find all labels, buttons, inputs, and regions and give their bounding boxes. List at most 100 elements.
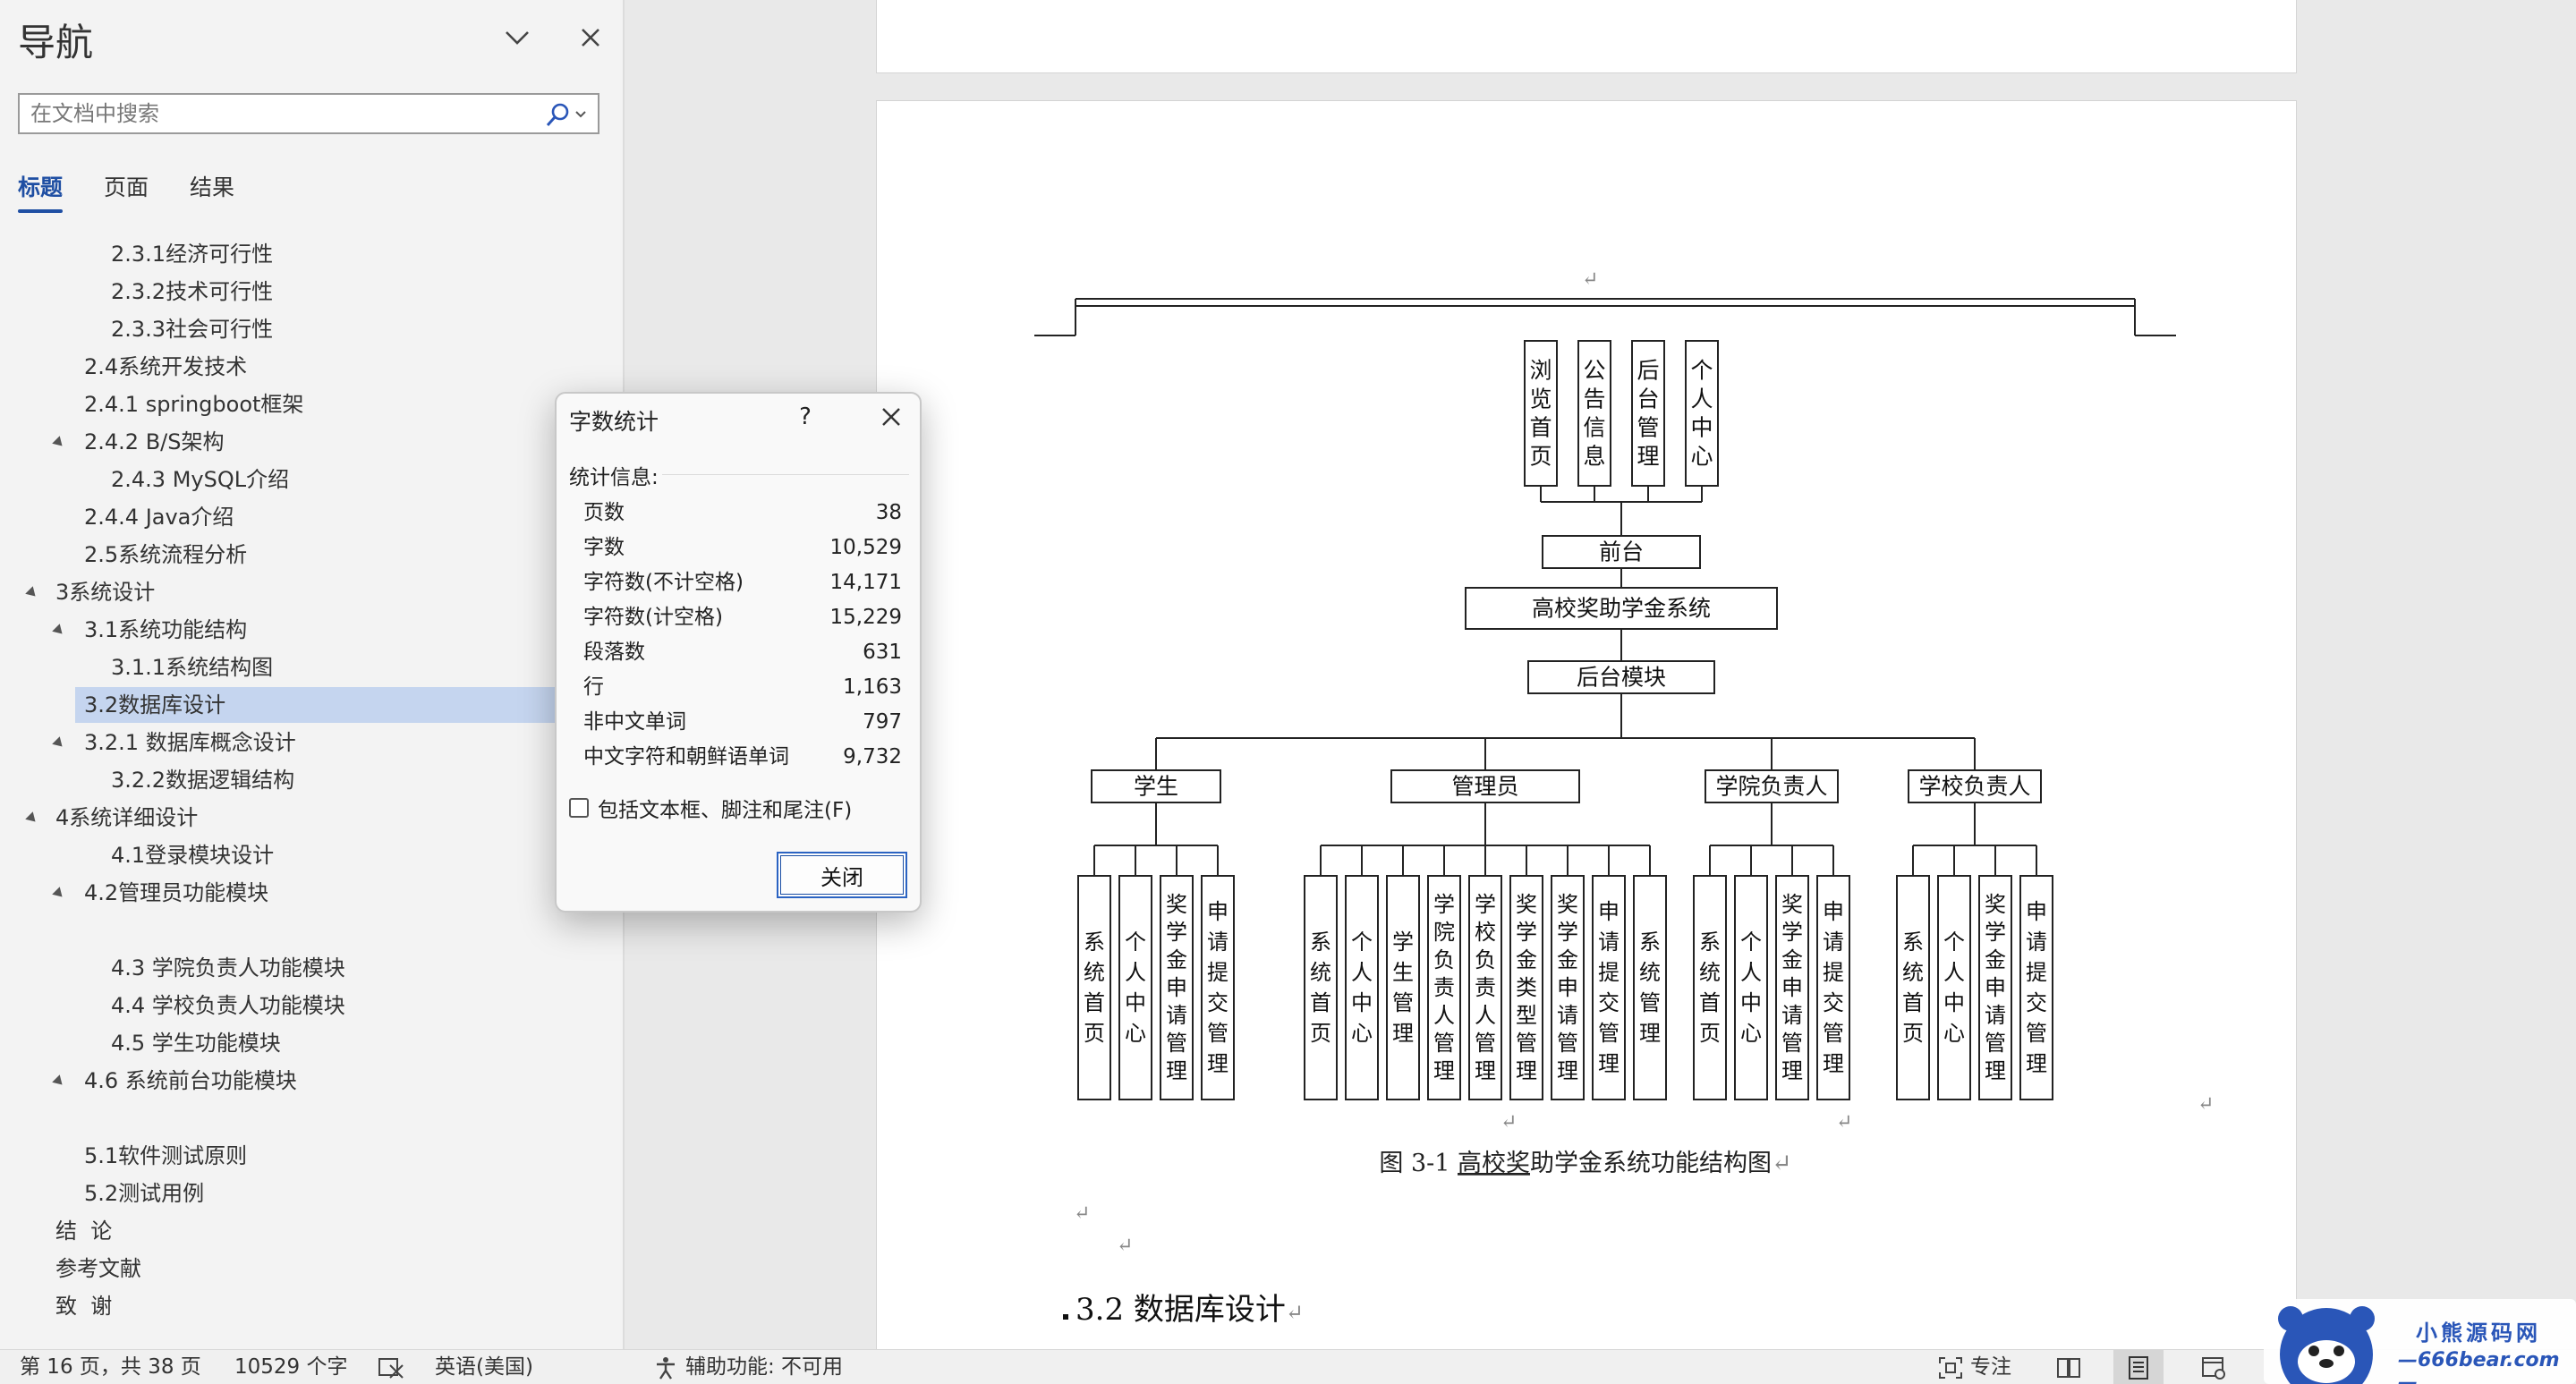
sub-module-box-char: 理 — [1475, 1058, 1496, 1083]
heading-item[interactable]: 2.3.3社会可行性 — [111, 311, 273, 347]
heading-item[interactable]: 5.1软件测试原则 — [84, 1138, 247, 1174]
heading-item[interactable]: 2.4系统开发技术 — [84, 349, 247, 385]
sub-module-box-char: 请 — [1985, 1003, 2006, 1028]
sub-module-box-char: 交 — [1598, 990, 1620, 1015]
close-button[interactable]: 关闭 — [777, 852, 907, 898]
sub-module-box-char: 奖 — [1557, 892, 1578, 917]
tab-headings[interactable]: 标题 — [18, 170, 64, 213]
sub-module-box-char: 统 — [1310, 960, 1331, 985]
focus-icon — [1939, 1356, 1962, 1379]
print-layout-icon[interactable] — [2113, 1350, 2164, 1384]
heading-item[interactable]: 2.4.1 springboot框架 — [84, 386, 303, 422]
nav-title: 导航 — [18, 21, 94, 64]
sub-module-box-char: 心 — [1943, 1021, 1965, 1046]
stat-label: 字数 — [583, 536, 625, 559]
sub-module-box-char: 中 — [1943, 990, 1965, 1015]
sub-module-box-char: 请 — [1823, 930, 1844, 955]
sub-module-box-char: 申 — [1207, 899, 1228, 924]
sub-module-box-char: 管 — [2026, 1021, 2047, 1046]
heading-item[interactable]: 3.2.1 数据库概念设计 — [52, 725, 296, 760]
sub-module-box-char: 申 — [2026, 899, 2047, 924]
sub-module-box-char: 系 — [1084, 930, 1105, 955]
heading-item[interactable]: 2.3.2技术可行性 — [111, 274, 273, 310]
stat-label: 页数 — [583, 501, 625, 524]
include-textboxes-checkbox[interactable]: 包括文本框、脚注和尾注(F) — [569, 793, 852, 823]
expand-caret-icon[interactable] — [52, 736, 66, 751]
role-label: 学校负责人 — [1918, 774, 2030, 800]
heading-label: 3.2.1 数据库概念设计 — [84, 730, 296, 755]
sub-module-box-char: 理 — [1557, 1058, 1578, 1083]
heading-item[interactable]: 4.2管理员功能模块 — [52, 875, 268, 911]
checkbox[interactable] — [569, 798, 589, 818]
search-input[interactable] — [20, 95, 521, 132]
sub-module-box-char: 理 — [1823, 1051, 1844, 1076]
heading-item[interactable]: 5.2测试用例 — [84, 1176, 204, 1211]
document-page[interactable]: ↵ 浏览首页公告信息后台管理个人中心前台 高校奖助学金系统 后台模块 学生系统首页个人中… — [876, 100, 2297, 1349]
heading-item-selected[interactable]: 3.2数据库设计 — [75, 687, 558, 723]
expand-caret-icon[interactable] — [52, 1074, 66, 1089]
paragraph-mark: ↵ — [1074, 1202, 1090, 1225]
section-heading-text: 3.2 数据库设计 — [1075, 1292, 1286, 1328]
tab-pages[interactable]: 页面 — [104, 170, 149, 213]
heading-item[interactable]: 4.6 系统前台功能模块 — [52, 1063, 297, 1099]
sub-module-box-char: 系 — [1310, 930, 1331, 955]
read-mode-icon[interactable] — [2044, 1350, 2094, 1384]
sub-module-box-char: 人 — [1351, 960, 1373, 985]
sub-module-box-char: 生 — [1392, 960, 1414, 985]
heading-item[interactable]: 致 谢 — [55, 1288, 112, 1324]
web-layout-icon[interactable] — [2189, 1350, 2239, 1384]
expand-caret-icon[interactable] — [25, 811, 39, 826]
heading-item[interactable]: 3.2.2数据逻辑结构 — [111, 762, 294, 798]
top-module-box-char: 管 — [1637, 415, 1659, 441]
sub-module-box-char: 页 — [1902, 1021, 1924, 1046]
focus-mode-button[interactable]: 专注 — [1938, 1350, 2011, 1384]
heading-item[interactable]: 2.3.1经济可行性 — [111, 236, 273, 272]
nav-tabs: 标题 页面 结果 — [18, 170, 234, 213]
sub-module-box-char: 请 — [1207, 930, 1228, 955]
heading-item[interactable]: 4.3 学院负责人功能模块 — [111, 950, 345, 986]
heading-item[interactable]: 2.4.2 B/S架构 — [52, 424, 225, 460]
expand-caret-icon[interactable] — [25, 586, 39, 600]
heading-item[interactable]: 3.1系统功能结构 — [52, 612, 247, 648]
nav-close-icon[interactable] — [571, 18, 610, 57]
expand-caret-icon[interactable] — [52, 624, 66, 638]
heading-item[interactable]: 参考文献 — [55, 1251, 141, 1286]
dialog-close-icon[interactable] — [871, 399, 911, 435]
expand-caret-icon[interactable] — [52, 887, 66, 901]
heading-item[interactable]: 2.5系统流程分析 — [84, 537, 247, 573]
nav-options-chevron-icon[interactable] — [497, 18, 537, 57]
heading-item[interactable]: 2.4.4 Java介绍 — [84, 499, 234, 535]
proofing-icon[interactable] — [378, 1350, 404, 1384]
sub-module-box-char: 理 — [1781, 1058, 1803, 1083]
role-label: 学生 — [1134, 774, 1178, 800]
heading-item[interactable]: 4系统详细设计 — [25, 800, 198, 836]
heading-item[interactable]: 4.1登录模块设计 — [111, 837, 274, 873]
sub-module-box — [1304, 875, 1338, 1100]
accessibility-indicator[interactable]: 辅助功能: 不可用 — [653, 1350, 843, 1384]
top-module-box-char: 个 — [1690, 358, 1713, 384]
heading-label: 2.4.2 B/S架构 — [84, 429, 225, 454]
stat-row: 行 1,163 — [583, 670, 902, 705]
word-count-indicator[interactable]: 10529 个字 — [234, 1350, 347, 1384]
help-button[interactable]: ? — [787, 399, 823, 435]
sub-module-box-char: 理 — [1516, 1058, 1537, 1083]
language-indicator[interactable]: 英语(美国) — [435, 1350, 533, 1384]
search-icon[interactable] — [539, 98, 592, 131]
heading-item[interactable]: 结 论 — [55, 1213, 112, 1249]
stat-value: 1,163 — [843, 675, 902, 699]
heading-item[interactable]: 3.1.1系统结构图 — [111, 650, 273, 685]
heading-item[interactable]: 4.5 学生功能模块 — [111, 1025, 281, 1061]
tab-results[interactable]: 结果 — [190, 170, 234, 213]
heading-item[interactable]: 2.4.3 MySQL介绍 — [111, 462, 289, 497]
expand-caret-icon[interactable] — [52, 436, 66, 450]
sub-module-box-char: 提 — [1207, 960, 1228, 985]
page-indicator[interactable]: 第 16 页，共 38 页 — [20, 1350, 201, 1384]
sub-module-box-char: 管 — [1207, 1021, 1228, 1046]
stat-row: 非中文单词 797 — [583, 705, 902, 740]
paragraph-mark: ↵ — [1117, 1235, 1133, 1257]
sub-module-box-char: 理 — [1207, 1051, 1228, 1076]
heading-item[interactable]: 3系统设计 — [25, 574, 155, 610]
heading-item[interactable]: 4.4 学校负责人功能模块 — [111, 988, 345, 1023]
statistics-list: 页数 38 字数 10,529 字符数(不计空格) 14,171 字符数(计空格) 15… — [583, 496, 902, 775]
sub-module-box-char: 中 — [1351, 990, 1373, 1015]
